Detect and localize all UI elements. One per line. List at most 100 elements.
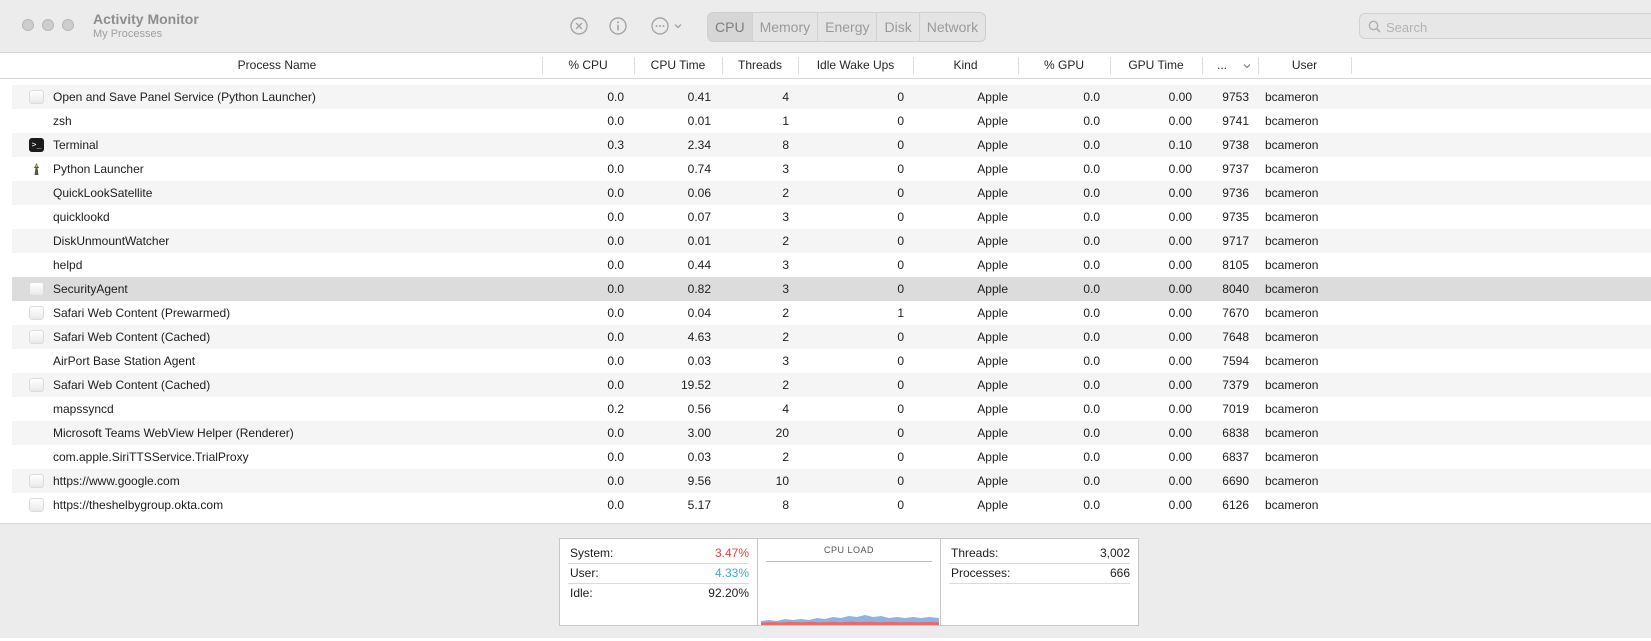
gpu-cell: 0.0 [1083,330,1100,344]
gpu-cell: 0.0 [1083,138,1100,152]
pid-cell: 9717 [1222,234,1249,248]
threads-cell: 2 [782,186,789,200]
column-header-kind[interactable]: Kind [913,53,1018,78]
cpu-time-cell: 5.17 [687,498,711,512]
user-cell: bcameron [1265,498,1319,512]
search-field[interactable] [1359,13,1651,39]
cpu-cell: 0.0 [607,330,624,344]
user-cell: bcameron [1265,330,1319,344]
user-cell: bcameron [1265,234,1319,248]
column-header-cpu[interactable]: % CPU [542,53,634,78]
more-actions-button[interactable] [646,14,686,38]
user-cell: bcameron [1265,402,1319,416]
ellipsis-circle-icon [650,17,669,35]
process-name-cell: helpd [53,258,83,272]
process-name-cell: zsh [53,114,72,128]
tab-cpu[interactable]: CPU [708,13,753,41]
minimize-window-button[interactable] [42,19,54,31]
search-input[interactable] [1384,16,1648,38]
kind-cell: Apple [977,354,1008,368]
column-header-pid[interactable]: ... [1202,53,1242,78]
blank-app-icon [29,474,44,488]
column-header-gpu[interactable]: % GPU [1018,53,1110,78]
column-header-user[interactable]: User [1258,53,1351,78]
cpu-usage-panel: System: 3.47% User: 4.33% Idle: 92.20% [559,538,758,626]
tab-memory[interactable]: Memory [753,13,819,41]
table-row[interactable]: SecurityAgent 0.0 0.82 3 0 Apple 0.0 0.00 8040 bc… [12,277,1651,301]
gpu-time-cell: 0.00 [1168,90,1192,104]
column-header-idle-wake-ups[interactable]: Idle Wake Ups [798,53,913,78]
table-row[interactable]: com.apple.SiriTTSService.TrialProxy 0.0 0.… [12,445,1651,469]
threads-cell: 20 [775,426,789,440]
cpu-time-cell: 0.06 [687,186,711,200]
idle-wake-ups-cell: 0 [897,234,904,248]
zoom-window-button[interactable] [62,19,74,31]
table-row[interactable]: quicklookd 0.0 0.07 3 0 Apple 0.0 0.00 9735 bcame… [12,205,1651,229]
gpu-time-cell: 0.00 [1168,378,1192,392]
process-name-cell: https://www.google.com [53,474,180,488]
cpu-cell: 0.3 [607,138,624,152]
table-row[interactable]: zsh 0.0 0.01 1 0 Apple 0.0 0.00 9741 bcameron [12,109,1651,133]
idle-wake-ups-cell: 0 [897,354,904,368]
thread-process-panel: Threads: 3,002 Processes: 666 [940,538,1139,626]
cpu-time-cell: 0.04 [687,306,711,320]
table-row[interactable]: Safari Web Content (Cached) 0.0 4.63 2 0 Appl… [12,325,1651,349]
cpu-cell: 0.0 [607,474,624,488]
table-row[interactable]: >_ Terminal 0.3 2.34 8 0 Apple 0.0 0.10 9738 bcame… [12,133,1651,157]
cpu-load-graph [761,615,939,625]
column-header-threads[interactable]: Threads [722,53,798,78]
idle-wake-ups-cell: 0 [897,162,904,176]
threads-cell: 3 [782,162,789,176]
idle-wake-ups-cell: 0 [897,426,904,440]
column-header-process-name[interactable]: Process Name [12,53,542,78]
tab-disk[interactable]: Disk [877,13,920,41]
gpu-time-cell: 0.00 [1168,186,1192,200]
column-header-cpu-time[interactable]: CPU Time [634,53,722,78]
close-window-button[interactable] [22,19,34,31]
process-name-cell: DiskUnmountWatcher [53,234,170,248]
process-name-cell: mapssyncd [53,402,114,416]
table-row[interactable]: Microsoft Teams WebView Helper (Renderer… [12,421,1651,445]
cpu-time-cell: 19.52 [680,378,711,392]
cpu-summary-footer: System: 3.47% User: 4.33% Idle: 92.20% C… [0,523,1651,638]
column-header-gpu-time[interactable]: GPU Time [1110,53,1202,78]
gpu-time-cell: 0.10 [1168,138,1192,152]
table-row[interactable]: helpd 0.0 0.44 3 0 Apple 0.0 0.00 8105 bcameron [12,253,1651,277]
table-row[interactable]: https://www.google.com 0.0 9.56 10 0 Apple 0.0… [12,469,1651,493]
table-row[interactable]: Safari Web Content (Prewarmed) 0.0 0.04 2 1 A… [12,301,1651,325]
activity-monitor-window: Activity Monitor My Processes CPU Memory… [0,0,1651,638]
table-row[interactable]: https://theshelbygroup.okta.com 0.0 5.17 8 0… [12,493,1651,517]
table-row[interactable]: AirPort Base Station Agent 0.0 0.03 3 0 Apple… [12,349,1651,373]
process-name-cell: https://theshelbygroup.okta.com [53,498,224,512]
idle-wake-ups-cell: 0 [897,330,904,344]
table-row[interactable]: Python Launcher 0.0 0.74 3 0 Apple 0.0 0.00 9737… [12,157,1651,181]
tab-energy[interactable]: Energy [818,13,878,41]
table-row[interactable]: DiskUnmountWatcher 0.0 0.01 2 0 Apple 0.0 0.00 9… [12,229,1651,253]
kind-cell: Apple [977,378,1008,392]
threads-cell: 2 [782,378,789,392]
threads-cell: 3 [782,354,789,368]
toolbar: Activity Monitor My Processes CPU Memory… [0,0,1651,53]
table-row[interactable]: Open and Save Panel Service (Python Laun… [12,85,1651,109]
window-title: Activity Monitor [93,11,199,27]
kind-cell: Apple [977,426,1008,440]
user-cell: bcameron [1265,426,1319,440]
inspect-process-button[interactable] [606,14,630,38]
column-divider [1351,57,1352,74]
tab-network[interactable]: Network [920,13,985,41]
table-row[interactable]: Safari Web Content (Cached) 0.0 19.52 2 0 App… [12,373,1651,397]
python-launcher-icon [29,162,44,176]
sort-descending-icon[interactable] [1242,61,1252,71]
cpu-time-cell: 0.56 [687,402,711,416]
cpu-time-cell: 2.34 [687,138,711,152]
kind-cell: Apple [977,186,1008,200]
cpu-cell: 0.0 [607,186,624,200]
table-row[interactable]: mapssyncd 0.2 0.56 4 0 Apple 0.0 0.00 7019 bcamer… [12,397,1651,421]
cpu-cell: 0.0 [607,234,624,248]
threads-cell: 4 [782,402,789,416]
search-icon [1368,20,1381,33]
kind-cell: Apple [977,450,1008,464]
table-row[interactable]: QuickLookSatellite 0.0 0.06 2 0 Apple 0.0 0.00 9… [12,181,1651,205]
stop-process-button[interactable] [567,14,591,38]
threads-cell: 10 [775,474,789,488]
